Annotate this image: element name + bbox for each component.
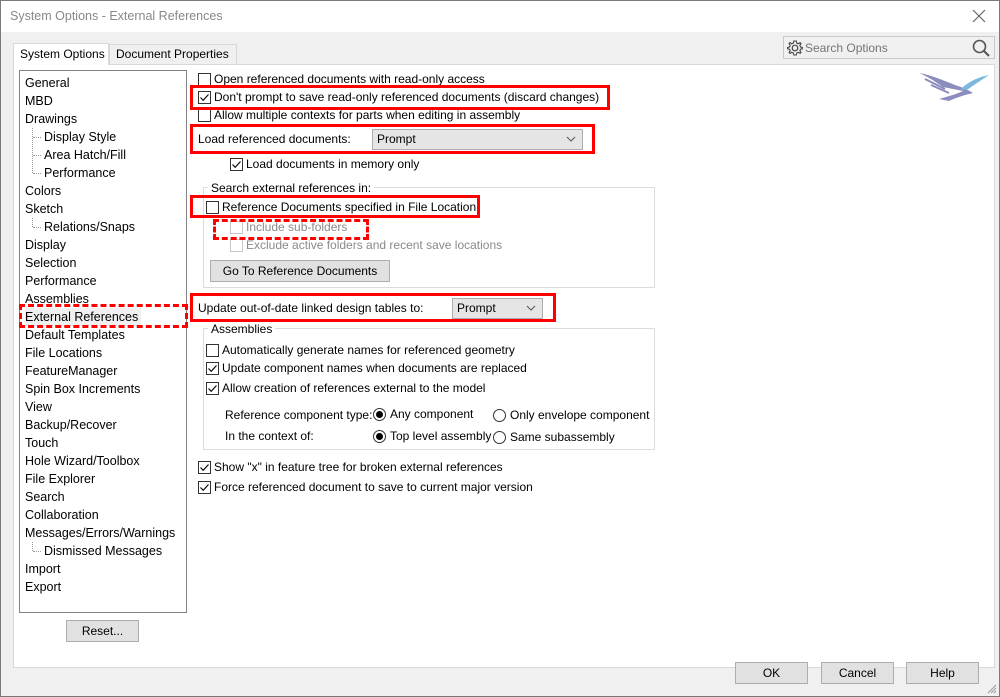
radio-button[interactable] <box>373 430 386 443</box>
sidebar-item-colors[interactable]: Colors <box>25 182 64 200</box>
tree-connector-line <box>32 218 33 227</box>
sidebar-item-file-locations[interactable]: File Locations <box>25 344 105 362</box>
sidebar-item-assemblies[interactable]: Assemblies <box>25 290 92 308</box>
checkbox-box[interactable] <box>198 73 211 86</box>
checkbox-box[interactable] <box>198 481 211 494</box>
checkbox-box[interactable] <box>206 201 219 214</box>
options-tree: General MBD Drawings Display Style Area Hatc… <box>19 70 187 613</box>
checkbox-box[interactable] <box>206 362 219 375</box>
sidebar-item-relations-snaps[interactable]: Relations/Snaps <box>44 218 138 236</box>
sidebar-item-area-hatch-fill[interactable]: Area Hatch/Fill <box>44 146 129 164</box>
sidebar-item-general[interactable]: General <box>25 74 72 92</box>
sidebar-item-collaboration[interactable]: Collaboration <box>25 506 102 524</box>
load-referenced-label: Load referenced documents: <box>198 132 351 146</box>
sidebar-item-hole-wizard-toolbox[interactable]: Hole Wizard/Toolbox <box>25 452 143 470</box>
sidebar-item-external-references[interactable]: External References <box>25 308 142 326</box>
checkbox-box[interactable] <box>230 239 243 252</box>
radio-button[interactable] <box>493 431 506 444</box>
sidebar-item-default-templates[interactable]: Default Templates <box>25 326 128 344</box>
logo-bird-icon <box>919 73 989 101</box>
magnifier-icon[interactable] <box>971 38 991 58</box>
tab-document-properties[interactable]: Document Properties <box>109 44 237 64</box>
sidebar-item-performance[interactable]: Performance <box>44 164 119 182</box>
close-icon <box>972 9 986 23</box>
checkbox-box[interactable] <box>198 461 211 474</box>
chevron-down-icon <box>566 136 576 142</box>
radio-button[interactable] <box>493 409 506 422</box>
cancel-button[interactable]: Cancel <box>821 662 894 684</box>
title-bar: System Options - External References <box>1 1 999 32</box>
sidebar-item-import[interactable]: Import <box>25 560 63 578</box>
reset-button[interactable]: Reset... <box>66 620 139 642</box>
load-referenced-dropdown[interactable]: Prompt <box>372 129 583 150</box>
radio-button[interactable] <box>373 408 386 421</box>
checkmark-icon <box>208 365 217 373</box>
tree-connector-branch <box>33 227 41 228</box>
checkbox-box[interactable] <box>198 91 211 104</box>
chevron-down-icon <box>526 305 536 311</box>
sidebar-item-messages-errors-warnings[interactable]: Messages/Errors/Warnings <box>25 524 178 542</box>
checkmark-icon <box>208 385 217 393</box>
help-button[interactable]: Help <box>906 662 979 684</box>
checkmark-icon <box>200 484 209 492</box>
sidebar-item-drawings[interactable]: Drawings <box>25 110 80 128</box>
close-button[interactable] <box>969 6 989 26</box>
gear-icon <box>787 40 803 56</box>
sidebar-item-dismissed-messages[interactable]: Dismissed Messages <box>44 542 165 560</box>
sidebar-item-mbd[interactable]: MBD <box>25 92 56 110</box>
sidebar-item-search[interactable]: Search <box>25 488 68 506</box>
sidebar-item-touch[interactable]: Touch <box>25 434 61 452</box>
sidebar-item-display[interactable]: Display <box>25 236 69 254</box>
tree-connector-line <box>32 542 33 551</box>
update-design-tables-label: Update out-of-date linked design tables … <box>198 301 424 315</box>
tab-system-options[interactable]: System Options <box>13 43 109 65</box>
sidebar-item-display-style[interactable]: Display Style <box>44 128 119 146</box>
assemblies-group-title: Assemblies <box>208 322 276 336</box>
search-input[interactable] <box>805 39 965 57</box>
checkmark-icon <box>200 94 209 102</box>
search-group-title: Search external references in: <box>208 181 375 195</box>
checkbox-box[interactable] <box>230 158 243 171</box>
tree-connector-branch <box>33 137 41 138</box>
sidebar-item-export[interactable]: Export <box>25 578 64 596</box>
dialog-window: System Options - External References Sys… <box>0 0 1000 697</box>
window-title: System Options - External References <box>10 9 223 23</box>
in-context-of-label: In the context of: <box>225 429 314 443</box>
sidebar-item-spin-box-increments[interactable]: Spin Box Increments <box>25 380 143 398</box>
tree-connector-branch <box>33 551 41 552</box>
sidebar-item-backup-recover[interactable]: Backup/Recover <box>25 416 120 434</box>
tree-connector-branch <box>33 155 41 156</box>
dropdown-value: Prompt <box>457 301 496 315</box>
tree-connector-line <box>32 128 33 173</box>
sidebar-item-file-explorer[interactable]: File Explorer <box>25 470 98 488</box>
sidebar-item-view[interactable]: View <box>25 398 55 416</box>
checkbox-box[interactable] <box>206 344 219 357</box>
sidebar-item-sketch[interactable]: Sketch <box>25 200 66 218</box>
reference-component-type-label: Reference component type: <box>225 408 373 422</box>
ok-button[interactable]: OK <box>735 662 808 684</box>
dropdown-value: Prompt <box>377 132 416 146</box>
update-design-tables-dropdown[interactable]: Prompt <box>452 298 543 319</box>
checkbox-box[interactable] <box>198 109 211 122</box>
sidebar-item-featuremanager[interactable]: FeatureManager <box>25 362 120 380</box>
checkmark-icon <box>200 464 209 472</box>
go-to-reference-documents-button[interactable]: Go To Reference Documents <box>210 260 390 282</box>
sidebar-item-performance[interactable]: Performance <box>25 272 100 290</box>
tree-connector-branch <box>33 173 41 174</box>
sidebar-item-selection[interactable]: Selection <box>25 254 79 272</box>
resize-grip-icon[interactable] <box>987 684 997 694</box>
checkmark-icon <box>232 161 241 169</box>
checkbox-box[interactable] <box>230 221 243 234</box>
search-box[interactable] <box>783 36 995 59</box>
checkbox-box[interactable] <box>206 382 219 395</box>
